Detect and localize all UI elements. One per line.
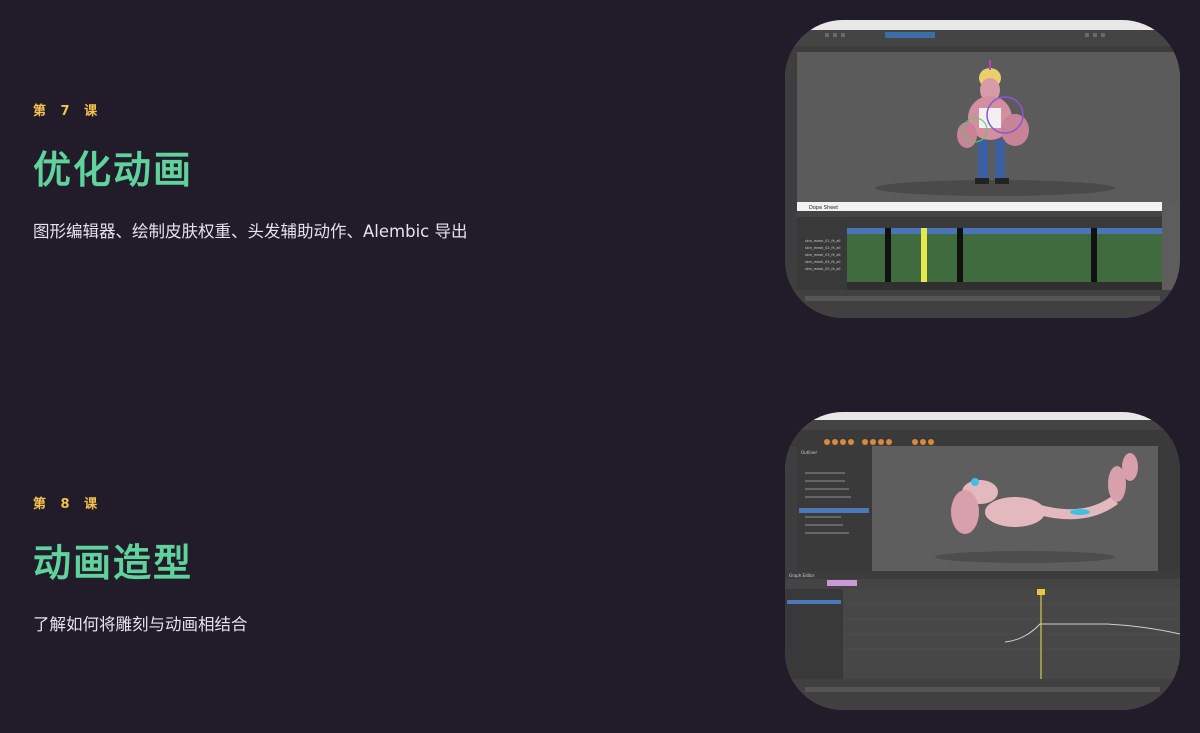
lesson-8: 第 8 课 动画造型 了解如何将雕刻与动画相结合 bbox=[33, 493, 248, 635]
lesson-title: 优化动画 bbox=[33, 148, 194, 192]
panel-title: Dope Sheet bbox=[809, 205, 838, 211]
track-label: skin_mesh_02_fk_all bbox=[805, 246, 840, 250]
lesson-description: 了解如何将雕刻与动画相结合 bbox=[33, 615, 248, 634]
maya-dope-sheet-image: Dope Sheet skin_mesh_01_fk_all skin_mesh… bbox=[785, 20, 1180, 318]
lesson-7-screenshot: Dope Sheet skin_mesh_01_fk_all skin_mesh… bbox=[785, 20, 1180, 318]
track-label: skin_mesh_03_fk_all bbox=[805, 253, 840, 257]
maya-graph-editor-image: Outliner Graph Editor bbox=[785, 412, 1180, 710]
lesson-8-screenshot: Outliner Graph Editor bbox=[785, 412, 1180, 710]
lesson-number: 第 7 课 bbox=[33, 104, 103, 119]
lesson-number: 第 8 课 bbox=[33, 497, 103, 512]
lesson-title: 动画造型 bbox=[33, 541, 194, 585]
track-label: skin_mesh_04_fk_all bbox=[805, 260, 840, 264]
track-label: skin_mesh_01_fk_all bbox=[805, 239, 840, 243]
outliner-label: Outliner bbox=[801, 450, 817, 455]
panel-title: Graph Editor bbox=[789, 573, 815, 578]
lesson-7: 第 7 课 优化动画 图形编辑器、绘制皮肤权重、头发辅助动作、Alembic 导… bbox=[33, 100, 467, 242]
lesson-description: 图形编辑器、绘制皮肤权重、头发辅助动作、Alembic 导出 bbox=[33, 222, 468, 241]
track-label: skin_mesh_05_fk_all bbox=[805, 267, 840, 271]
